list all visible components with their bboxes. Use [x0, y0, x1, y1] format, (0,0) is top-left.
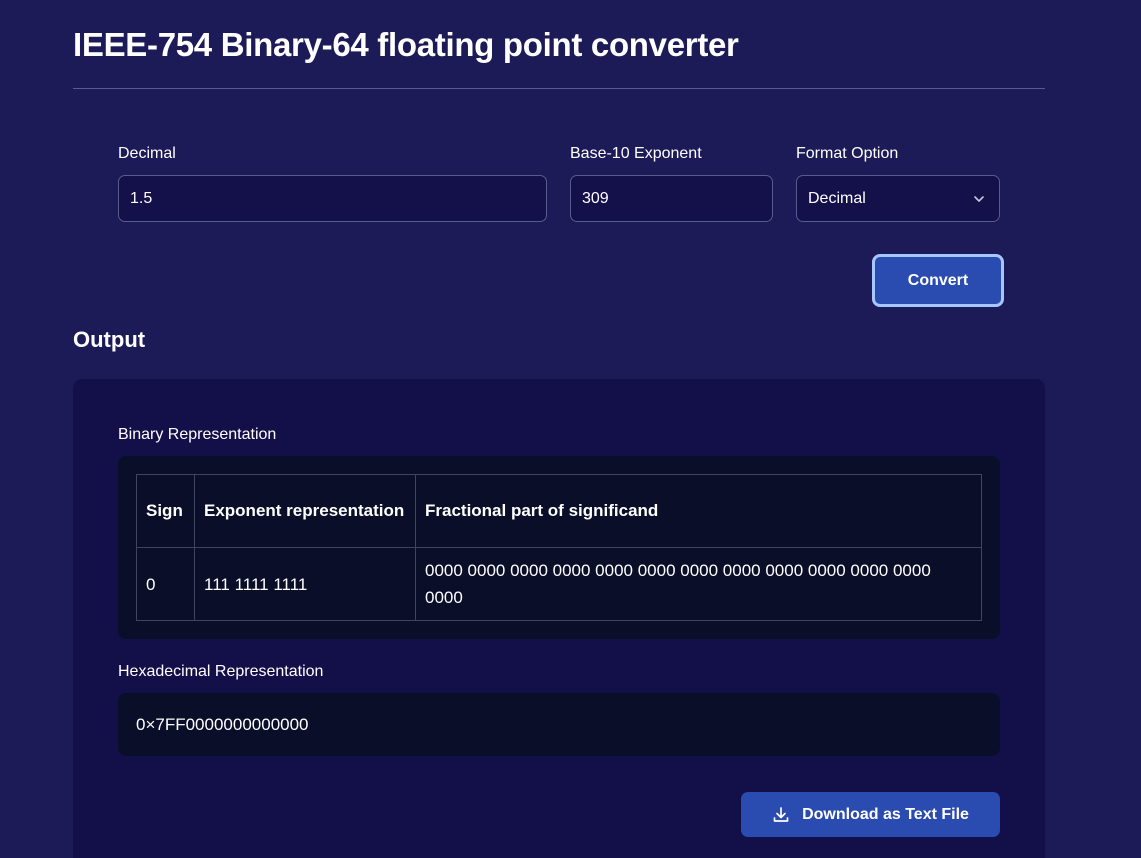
download-button-label: Download as Text File: [802, 805, 969, 823]
exponent-input[interactable]: 309: [570, 175, 773, 222]
table-header-row: Sign Exponent representation Fractional …: [136, 474, 982, 548]
hex-representation-label: Hexadecimal Representation: [118, 663, 324, 680]
hex-output: 0×7FF0000000000000: [118, 693, 1000, 756]
download-button[interactable]: Download as Text File: [741, 792, 1000, 837]
chevron-down-icon: [974, 196, 984, 202]
decimal-input[interactable]: 1.5: [118, 175, 547, 222]
cell-exponent: 111 1111 1111: [194, 547, 416, 621]
decimal-label: Decimal: [118, 145, 176, 162]
binary-table-container: Sign Exponent representation Fractional …: [118, 456, 1000, 639]
binary-table: Sign Exponent representation Fractional …: [136, 474, 982, 621]
convert-button-label: Convert: [907, 271, 969, 289]
cell-sign: 0: [136, 547, 195, 621]
download-icon: [773, 806, 789, 822]
page-title: IEEE-754 Binary-64 floating point conver…: [73, 26, 739, 63]
header-exponent: Exponent representation: [194, 474, 416, 548]
cell-fraction: 0000 0000 0000 0000 0000 0000 0000 0000 …: [415, 547, 982, 621]
format-select[interactable]: Decimal: [796, 175, 1000, 222]
header-fraction: Fractional part of significand: [415, 474, 982, 548]
title-divider: [73, 88, 1045, 89]
converter-page: IEEE-754 Binary-64 floating point conver…: [0, 0, 1141, 858]
format-label: Format Option: [796, 145, 899, 162]
decimal-input-value: 1.5: [130, 189, 153, 207]
exponent-label: Base-10 Exponent: [570, 145, 702, 162]
convert-button[interactable]: Convert: [872, 254, 1004, 307]
output-heading: Output: [73, 327, 146, 352]
hex-output-value: 0×7FF0000000000000: [136, 714, 309, 734]
table-row: 0 111 1111 1111 0000 0000 0000 0000 0000…: [136, 547, 982, 621]
exponent-input-value: 309: [582, 189, 609, 207]
header-sign: Sign: [136, 474, 195, 548]
format-select-value: Decimal: [808, 189, 866, 207]
binary-representation-label: Binary Representation: [118, 426, 277, 443]
